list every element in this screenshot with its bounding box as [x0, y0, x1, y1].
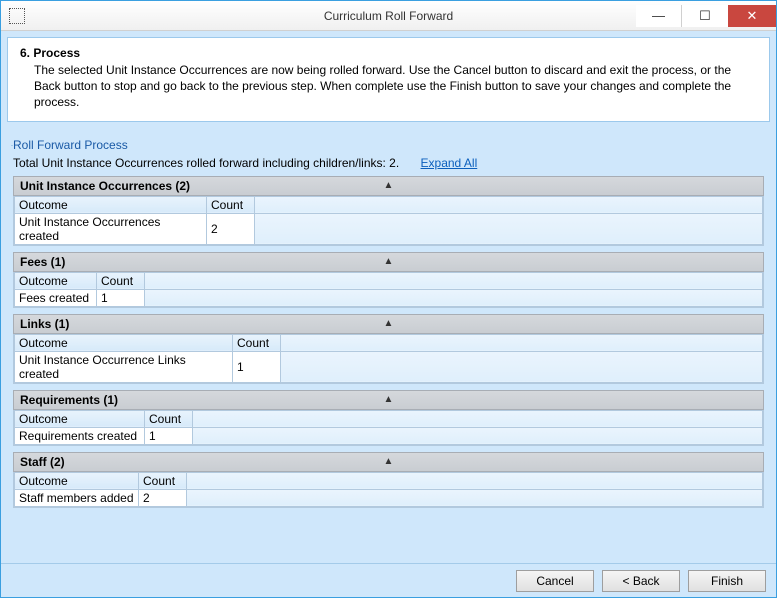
cell-outcome: Unit Instance Occurrence Links created: [15, 351, 233, 382]
grid-links: Outcome Count Unit Instance Occurrence L…: [13, 334, 764, 384]
collapse-caret-icon: ▲: [384, 256, 394, 267]
col-rest: [145, 272, 763, 289]
cell-outcome: Fees created: [15, 289, 97, 306]
cell-count: 1: [97, 289, 145, 306]
title-bar: Curriculum Roll Forward — ☐ ✕: [1, 1, 776, 31]
col-count: Count: [145, 410, 193, 427]
grid-fees: Outcome Count Fees created 1: [13, 272, 764, 308]
col-count: Count: [139, 472, 187, 489]
table-row: Requirements created 1: [15, 427, 763, 444]
section-fees: Fees (1) ▲ Outcome Count Fees created 1: [13, 252, 764, 308]
summary-row: Total Unit Instance Occurrences rolled f…: [13, 156, 764, 170]
col-outcome: Outcome: [15, 196, 207, 213]
system-icon: [9, 8, 25, 24]
cell-count: 2: [139, 489, 187, 506]
table-row: Unit Instance Occurrences created 2: [15, 213, 763, 244]
collapse-caret-icon: ▲: [384, 180, 394, 191]
col-count: Count: [97, 272, 145, 289]
cell-rest: [281, 351, 763, 382]
groupbox-legend: Roll Forward Process: [13, 138, 768, 152]
cell-rest: [255, 213, 763, 244]
section-title: Links (1): [20, 317, 69, 331]
button-bar: Cancel < Back Finish: [1, 563, 776, 597]
section-links: Links (1) ▲ Outcome Count Unit Instance …: [13, 314, 764, 384]
col-outcome: Outcome: [15, 410, 145, 427]
back-button[interactable]: < Back: [602, 570, 680, 592]
grid-reqs: Outcome Count Requirements created 1: [13, 410, 764, 446]
col-count: Count: [207, 196, 255, 213]
cell-outcome: Unit Instance Occurrences created: [15, 213, 207, 244]
col-rest: [255, 196, 763, 213]
maximize-button[interactable]: ☐: [682, 5, 728, 27]
col-rest: [187, 472, 763, 489]
col-outcome: Outcome: [15, 472, 139, 489]
cell-count: 1: [145, 427, 193, 444]
cell-outcome: Requirements created: [15, 427, 145, 444]
col-outcome: Outcome: [15, 272, 97, 289]
roll-forward-groupbox: Roll Forward Process Total Unit Instance…: [11, 130, 766, 553]
section-title: Staff (2): [20, 455, 65, 469]
section-title: Unit Instance Occurrences (2): [20, 179, 190, 193]
cell-count: 1: [233, 351, 281, 382]
section-reqs: Requirements (1) ▲ Outcome Count Require…: [13, 390, 764, 446]
summary-text: Total Unit Instance Occurrences rolled f…: [13, 156, 399, 170]
col-outcome: Outcome: [15, 334, 233, 351]
section-header-staff[interactable]: Staff (2) ▲: [13, 452, 764, 472]
table-row: Staff members added 2: [15, 489, 763, 506]
collapse-caret-icon: ▲: [384, 318, 394, 329]
cancel-button[interactable]: Cancel: [516, 570, 594, 592]
cell-count: 2: [207, 213, 255, 244]
section-uio: Unit Instance Occurrences (2) ▲ Outcome …: [13, 176, 764, 246]
cell-rest: [187, 489, 763, 506]
step-description: The selected Unit Instance Occurrences a…: [34, 62, 757, 111]
step-header-panel: 6. Process The selected Unit Instance Oc…: [7, 37, 770, 122]
close-button[interactable]: ✕: [728, 5, 776, 27]
col-count: Count: [233, 334, 281, 351]
section-title: Requirements (1): [20, 393, 118, 407]
col-rest: [281, 334, 763, 351]
grid-staff: Outcome Count Staff members added 2: [13, 472, 764, 508]
cell-rest: [145, 289, 763, 306]
section-staff: Staff (2) ▲ Outcome Count Staff members …: [13, 452, 764, 508]
window-controls: — ☐ ✕: [636, 5, 776, 27]
step-title: 6. Process: [20, 46, 757, 60]
collapse-caret-icon: ▲: [384, 394, 394, 405]
table-row: Fees created 1: [15, 289, 763, 306]
section-header-fees[interactable]: Fees (1) ▲: [13, 252, 764, 272]
section-header-links[interactable]: Links (1) ▲: [13, 314, 764, 334]
cell-rest: [193, 427, 763, 444]
section-header-uio[interactable]: Unit Instance Occurrences (2) ▲: [13, 176, 764, 196]
expand-all-link[interactable]: Expand All: [421, 156, 478, 170]
content-area: 6. Process The selected Unit Instance Oc…: [1, 31, 776, 563]
finish-button[interactable]: Finish: [688, 570, 766, 592]
col-rest: [193, 410, 763, 427]
minimize-button[interactable]: —: [636, 5, 682, 27]
dialog-window: Curriculum Roll Forward — ☐ ✕ 6. Process…: [0, 0, 777, 598]
section-header-reqs[interactable]: Requirements (1) ▲: [13, 390, 764, 410]
section-title: Fees (1): [20, 255, 65, 269]
table-row: Unit Instance Occurrence Links created 1: [15, 351, 763, 382]
cell-outcome: Staff members added: [15, 489, 139, 506]
collapse-caret-icon: ▲: [384, 456, 394, 467]
grid-uio: Outcome Count Unit Instance Occurrences …: [13, 196, 764, 246]
